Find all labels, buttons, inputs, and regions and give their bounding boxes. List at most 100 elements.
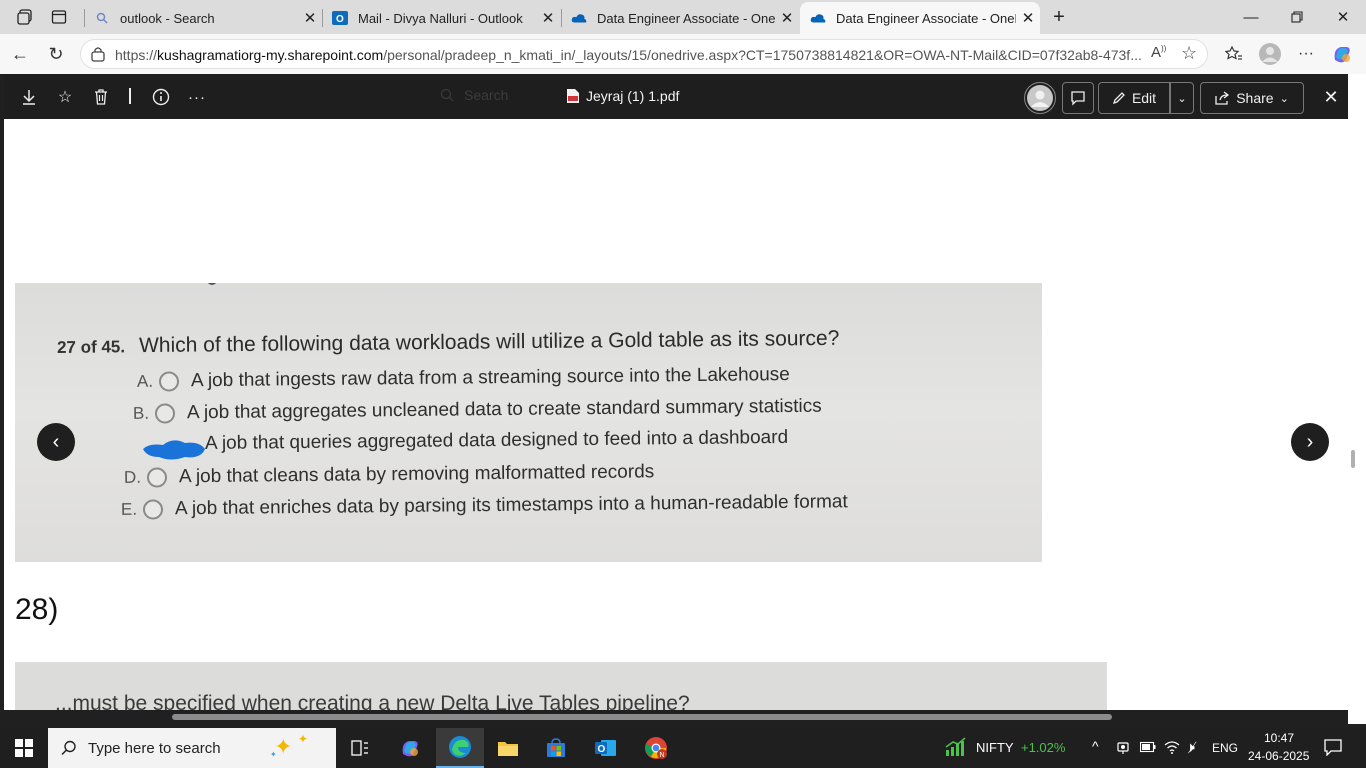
horizontal-scrollbar[interactable] <box>4 710 1348 724</box>
meet-now-icon[interactable] <box>1116 739 1130 758</box>
info-icon[interactable] <box>150 86 172 108</box>
close-tab-icon[interactable]: ✕ <box>1016 9 1040 27</box>
vertical-scrollbar[interactable] <box>1348 74 1366 724</box>
chevron-down-icon: ⌄ <box>1177 92 1187 105</box>
question-line: 27 of 45. Which of the following data wor… <box>57 327 840 359</box>
edit-dropdown[interactable]: ⌄ <box>1170 82 1194 114</box>
more-options-icon[interactable]: ··· <box>1294 42 1318 66</box>
tab-actions-icon[interactable] <box>48 6 70 28</box>
stock-change[interactable]: +1.02% <box>1021 740 1065 755</box>
task-view-icon[interactable] <box>340 732 380 764</box>
pdf-viewer-bar: ☆ ··· Search Jeyraj (1) 1.pdf Edit ⌄ Sha… <box>4 74 1348 119</box>
lock-icon[interactable] <box>91 46 105 67</box>
option-text: A job that aggregates uncleaned data to … <box>186 395 822 424</box>
volume-muted-icon[interactable]: 🕨̸ <box>1186 739 1195 756</box>
address-bar[interactable]: https://kushagramatiorg-my.sharepoint.co… <box>80 39 1208 69</box>
share-button[interactable]: Share ⌄ <box>1200 82 1304 114</box>
close-viewer-icon[interactable]: ✕ <box>1320 86 1342 108</box>
option-text: A job that queries aggregated data desig… <box>204 426 789 454</box>
new-tab-icon[interactable]: + <box>1048 6 1070 28</box>
option-letter: A. <box>136 371 154 391</box>
minimize-icon[interactable]: — <box>1228 0 1274 34</box>
option-e: E. A job that enriches data by parsing i… <box>109 491 848 521</box>
battery-icon[interactable] <box>1139 741 1156 756</box>
edit-button[interactable]: Edit <box>1098 82 1170 114</box>
windows-start-icon[interactable] <box>4 732 44 764</box>
url-prefix: https:// <box>115 47 158 63</box>
more-actions-icon[interactable]: ··· <box>186 86 208 108</box>
back-icon[interactable]: ← <box>8 42 32 66</box>
workspaces-icon[interactable] <box>14 6 36 28</box>
outlook-app-icon[interactable]: O <box>586 732 626 764</box>
option-b: B. A job that aggregates uncleaned data … <box>121 396 822 425</box>
partial-question-text: ...must be specified when creating a new… <box>55 692 690 710</box>
profile-avatar-icon[interactable] <box>1258 42 1282 66</box>
close-tab-icon[interactable]: ✕ <box>298 9 322 27</box>
tab-outlook-search[interactable]: outlook - Search ✕ <box>84 2 322 34</box>
sparkle-dot-icon: ✦ <box>270 750 277 759</box>
comments-button[interactable] <box>1062 82 1094 114</box>
svg-text:O: O <box>598 744 606 755</box>
scanned-question-image-2: ...must be specified when creating a new… <box>15 662 1107 710</box>
onedrive-icon <box>810 10 826 26</box>
url-host: kushagramatiorg-my.sharepoint.com <box>157 47 384 63</box>
outlook-icon: O <box>332 10 348 26</box>
previous-page-button[interactable]: ‹ <box>37 423 75 461</box>
clock-time[interactable]: 10:47 <box>1264 731 1294 745</box>
tab-title: Mail - Divya Nalluri - Outlook <box>358 10 523 26</box>
search-placeholder: Search <box>464 87 509 103</box>
download-icon[interactable] <box>18 86 40 108</box>
tab-onedrive-active[interactable]: Data Engineer Associate - OneDri ✕ <box>800 2 1040 34</box>
scrollbar-thumb[interactable] <box>172 714 1112 720</box>
user-avatar[interactable] <box>1024 82 1056 114</box>
restore-icon[interactable] <box>1274 0 1320 34</box>
chevron-down-icon: ⌄ <box>1279 92 1289 105</box>
stock-name[interactable]: NIFTY <box>976 740 1014 755</box>
tab-outlook-mail[interactable]: O Mail - Divya Nalluri - Outlook ✕ <box>322 2 560 34</box>
pdf-page-area[interactable]: 27 of 45. Which of the following data wor… <box>4 119 1348 710</box>
next-page-button[interactable]: › <box>1291 423 1329 461</box>
chevron-up-icon[interactable]: ^ <box>1092 738 1099 754</box>
delete-icon[interactable] <box>90 86 112 108</box>
copilot-icon[interactable] <box>1330 42 1354 66</box>
chevron-right-icon: › <box>1306 430 1314 453</box>
viewer-search[interactable]: Search <box>440 87 508 103</box>
share-icon <box>1215 91 1230 105</box>
option-letter: B. <box>132 403 150 423</box>
notifications-icon[interactable] <box>1324 738 1342 759</box>
scanned-question-image: 27 of 45. Which of the following data wor… <box>15 283 1042 562</box>
option-a: A. A job that ingests raw data from a st… <box>125 364 790 393</box>
option-text: A job that ingests raw data from a strea… <box>190 364 790 392</box>
taskbar-search-placeholder: Type here to search <box>88 740 221 757</box>
read-aloud-icon[interactable]: A)) <box>1151 44 1166 61</box>
taskbar-search-box[interactable]: Type here to search ✦ ✦ ✦ <box>48 728 336 768</box>
close-window-icon[interactable]: ✕ <box>1320 0 1366 34</box>
store-icon[interactable] <box>536 732 576 764</box>
radio-button <box>142 499 164 520</box>
language-indicator[interactable]: ENG <box>1212 741 1238 755</box>
scrollbar-thumb[interactable] <box>1351 450 1355 468</box>
file-explorer-icon[interactable] <box>488 732 528 764</box>
favorite-star-icon[interactable]: ☆ <box>54 86 76 108</box>
chrome-app-icon[interactable]: N <box>636 732 676 764</box>
pdf-file-icon <box>567 89 579 103</box>
scan-mark <box>207 283 217 285</box>
favorite-star-icon[interactable]: ☆ <box>1181 43 1197 64</box>
tab-onedrive-1[interactable]: Data Engineer Associate - OneDri ✕ <box>561 2 799 34</box>
search-icon <box>61 740 76 756</box>
svg-text:N: N <box>660 752 665 759</box>
close-tab-icon[interactable]: ✕ <box>536 9 560 27</box>
url-path: /personal/pradeep_n_kmati_in/_layouts/15… <box>383 47 1142 63</box>
copilot-app-icon[interactable] <box>390 732 430 764</box>
close-tab-icon[interactable]: ✕ <box>775 9 799 27</box>
question-number: 27 of 45. <box>56 337 126 357</box>
favorites-list-icon[interactable] <box>1222 42 1246 66</box>
refresh-icon[interactable]: ↻ <box>44 42 68 66</box>
wifi-icon[interactable] <box>1164 740 1180 757</box>
clock-date[interactable]: 24-06-2025 <box>1248 749 1309 763</box>
browser-toolbar: ← ↻ https://kushagramatiorg-my.sharepoin… <box>0 34 1366 74</box>
edge-app-icon[interactable] <box>436 728 484 768</box>
search-icon <box>94 10 110 26</box>
option-c: A job that queries aggregated data desig… <box>205 427 788 455</box>
next-question-heading: 28) <box>15 593 59 626</box>
